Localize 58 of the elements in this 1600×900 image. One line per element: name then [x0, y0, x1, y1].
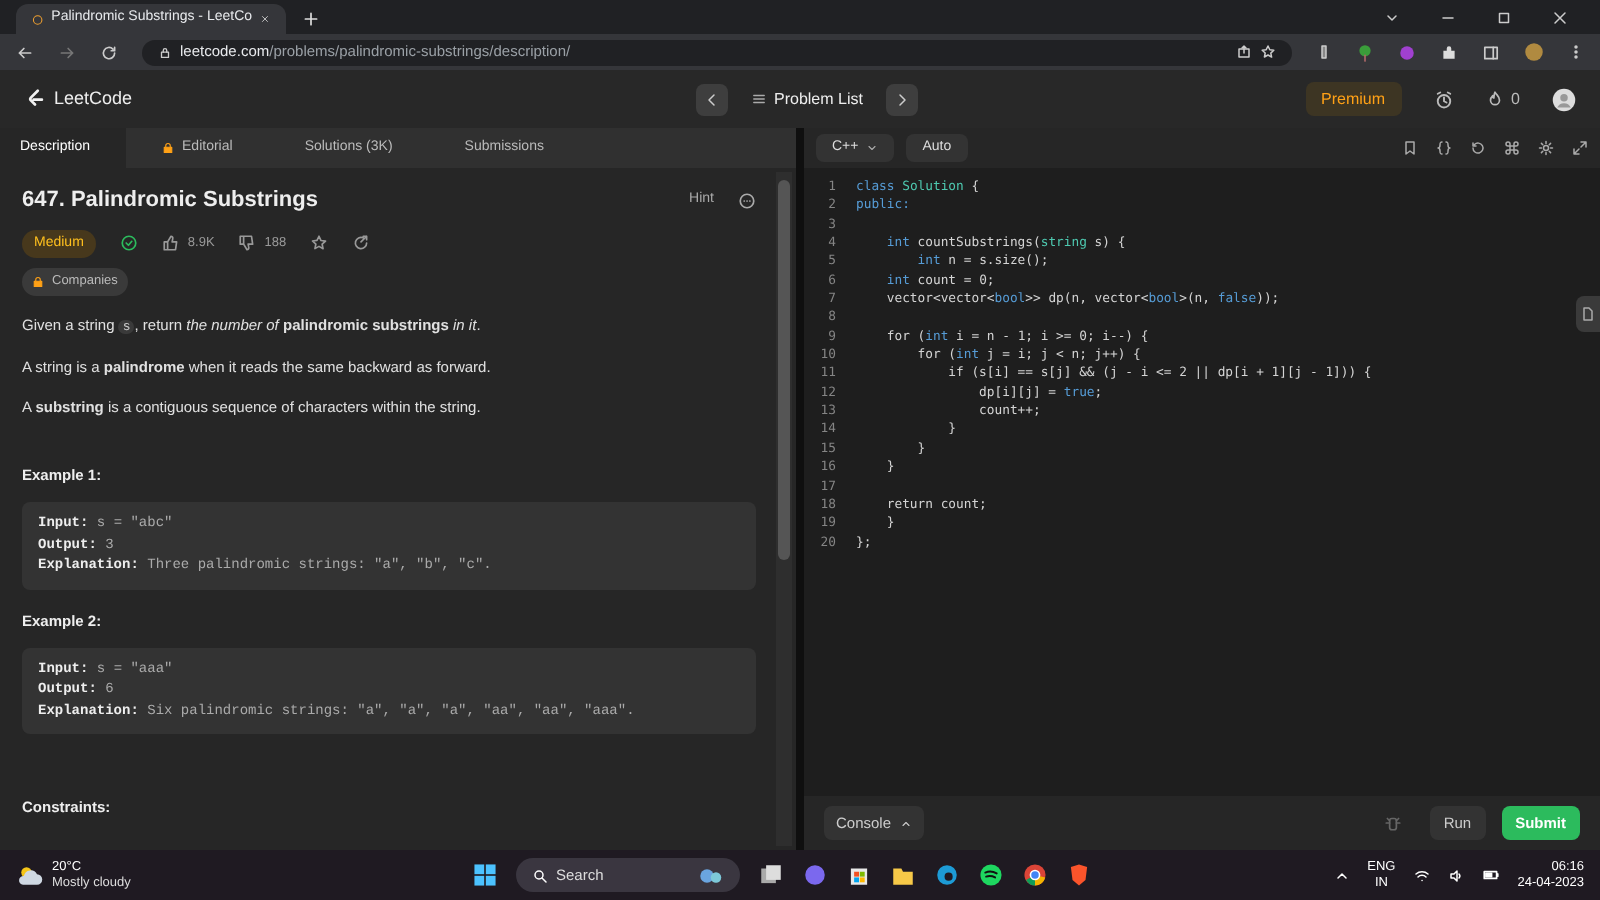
settings-icon[interactable] [1538, 140, 1554, 156]
profile-avatar-icon[interactable] [1524, 42, 1544, 62]
close-icon[interactable] [260, 12, 270, 26]
streak-count: 0 [1511, 87, 1520, 111]
forward-icon[interactable] [58, 43, 76, 61]
problem-list-button[interactable]: Problem List [744, 87, 871, 111]
task-view-icon[interactable] [758, 862, 784, 888]
maximize-icon[interactable] [1496, 9, 1512, 25]
scrollbar[interactable] [776, 172, 792, 846]
battery-icon[interactable] [1481, 866, 1500, 884]
more-icon[interactable] [1568, 44, 1584, 60]
search-icon [532, 867, 548, 883]
debug-icon[interactable] [1383, 814, 1402, 832]
previous-button[interactable] [696, 83, 728, 115]
plus-icon[interactable] [302, 10, 320, 28]
lock-icon [32, 275, 44, 288]
chevron-up-icon[interactable] [1333, 867, 1350, 883]
flame-icon[interactable] [1485, 90, 1504, 108]
share-icon[interactable] [1236, 44, 1252, 60]
chrome-icon[interactable] [1022, 862, 1048, 888]
logo-text[interactable]: LeetCode [54, 85, 133, 113]
chevron-down-icon [866, 142, 879, 154]
expand-icon[interactable] [1572, 140, 1588, 156]
reset-icon[interactable] [1470, 140, 1486, 156]
spotify-icon[interactable] [978, 862, 1004, 888]
speaker-icon[interactable] [1447, 867, 1464, 883]
sidebar-icon[interactable] [1482, 43, 1500, 61]
star-icon[interactable] [1260, 44, 1276, 60]
wifi-icon[interactable] [1413, 867, 1430, 883]
windows-start-icon[interactable] [472, 862, 498, 888]
cloud-sun-icon[interactable] [16, 861, 44, 889]
reload-icon[interactable] [100, 43, 118, 61]
tree-icon[interactable] [1356, 43, 1374, 61]
premium-button[interactable]: Premium [1305, 82, 1402, 116]
command-icon[interactable] [1504, 140, 1520, 156]
share-icon[interactable] [352, 234, 371, 253]
list-icon [752, 92, 766, 106]
thumbs-down-icon[interactable] [238, 234, 257, 253]
thumbs-up-icon[interactable] [161, 234, 180, 253]
problem-title: 647. Palindromic Substrings [22, 186, 318, 216]
menu-circle-icon[interactable] [738, 191, 756, 210]
back-icon[interactable] [16, 43, 34, 61]
chevron-left-icon [704, 91, 720, 107]
alarm-clock-icon[interactable] [1433, 89, 1454, 109]
close-icon[interactable] [1552, 9, 1568, 25]
edge-icon[interactable] [934, 862, 960, 888]
puzzle-icon[interactable] [1440, 43, 1458, 61]
bookmark-icon[interactable] [1402, 140, 1418, 156]
lock-icon [158, 45, 172, 59]
chevron-up-icon [899, 817, 912, 829]
star-icon[interactable] [310, 234, 329, 253]
chevron-down-icon[interactable] [1384, 9, 1400, 25]
side-panel-tab[interactable] [1576, 296, 1600, 332]
next-button[interactable] [886, 83, 919, 115]
braces-icon[interactable] [1436, 140, 1452, 156]
chevron-right-icon [894, 91, 911, 107]
avatar-icon[interactable] [1552, 87, 1576, 111]
document-icon [1580, 306, 1596, 322]
